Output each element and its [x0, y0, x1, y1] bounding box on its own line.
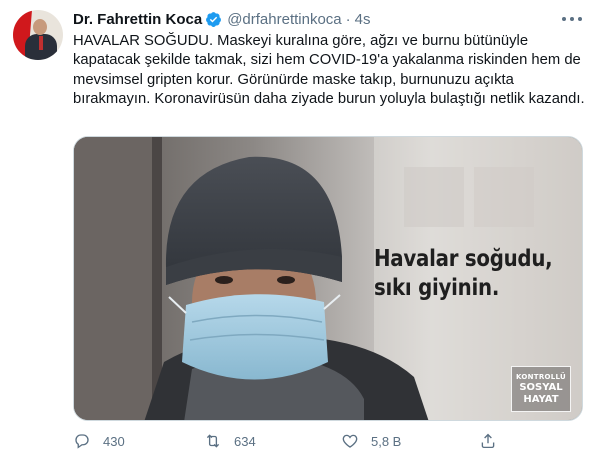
avatar-figure-head — [33, 19, 47, 35]
tweet[interactable]: Dr. Fahrettin Koca @drfahrettinkoca · 4s… — [0, 0, 598, 456]
more-options-icon[interactable] — [562, 12, 582, 26]
separator-dot: · — [345, 10, 351, 28]
badge-line-3: HAYAT — [523, 394, 559, 405]
share-button[interactable] — [479, 431, 509, 451]
author-name[interactable]: Dr. Fahrettin Koca — [73, 11, 202, 28]
badge-line-2: SOSYAL — [519, 382, 563, 393]
overlay-line-2: sıkı giyinin. — [374, 275, 500, 301]
verified-badge-icon — [206, 11, 222, 27]
campaign-badge: KONTROLLÜ SOSYAL HAYAT — [511, 366, 571, 412]
tweet-text: HAVALAR SOĞUDU. Maskeyi kuralına göre, a… — [73, 33, 585, 108]
reply-count: 430 — [103, 433, 125, 449]
tweet-media-image[interactable]: Havalar soğudu, sıkı giyinin. KONTROLLÜ … — [73, 136, 583, 421]
reply-icon — [75, 434, 89, 449]
tweet-timestamp[interactable]: 4s — [355, 11, 371, 28]
retweet-button[interactable]: 634 — [204, 431, 256, 451]
tweet-actions: 430 634 5,8 B — [73, 431, 503, 451]
avatar-figure-tie — [39, 36, 43, 50]
avatar[interactable] — [13, 10, 63, 60]
badge-line-1: KONTROLLÜ — [515, 373, 567, 381]
author-handle[interactable]: @drfahrettinkoca — [227, 11, 341, 28]
tweet-header: Dr. Fahrettin Koca @drfahrettinkoca · 4s — [73, 10, 371, 28]
like-count: 5,8 B — [371, 433, 402, 449]
share-icon — [481, 433, 495, 449]
retweet-icon — [206, 434, 220, 448]
retweet-count: 634 — [234, 433, 256, 449]
media-overlay-text: Havalar soğudu, sıkı giyinin. — [374, 245, 553, 303]
heart-icon — [342, 434, 358, 448]
reply-button[interactable]: 430 — [73, 431, 125, 451]
like-button[interactable]: 5,8 B — [341, 431, 401, 451]
overlay-line-1: Havalar soğudu, — [374, 246, 553, 272]
